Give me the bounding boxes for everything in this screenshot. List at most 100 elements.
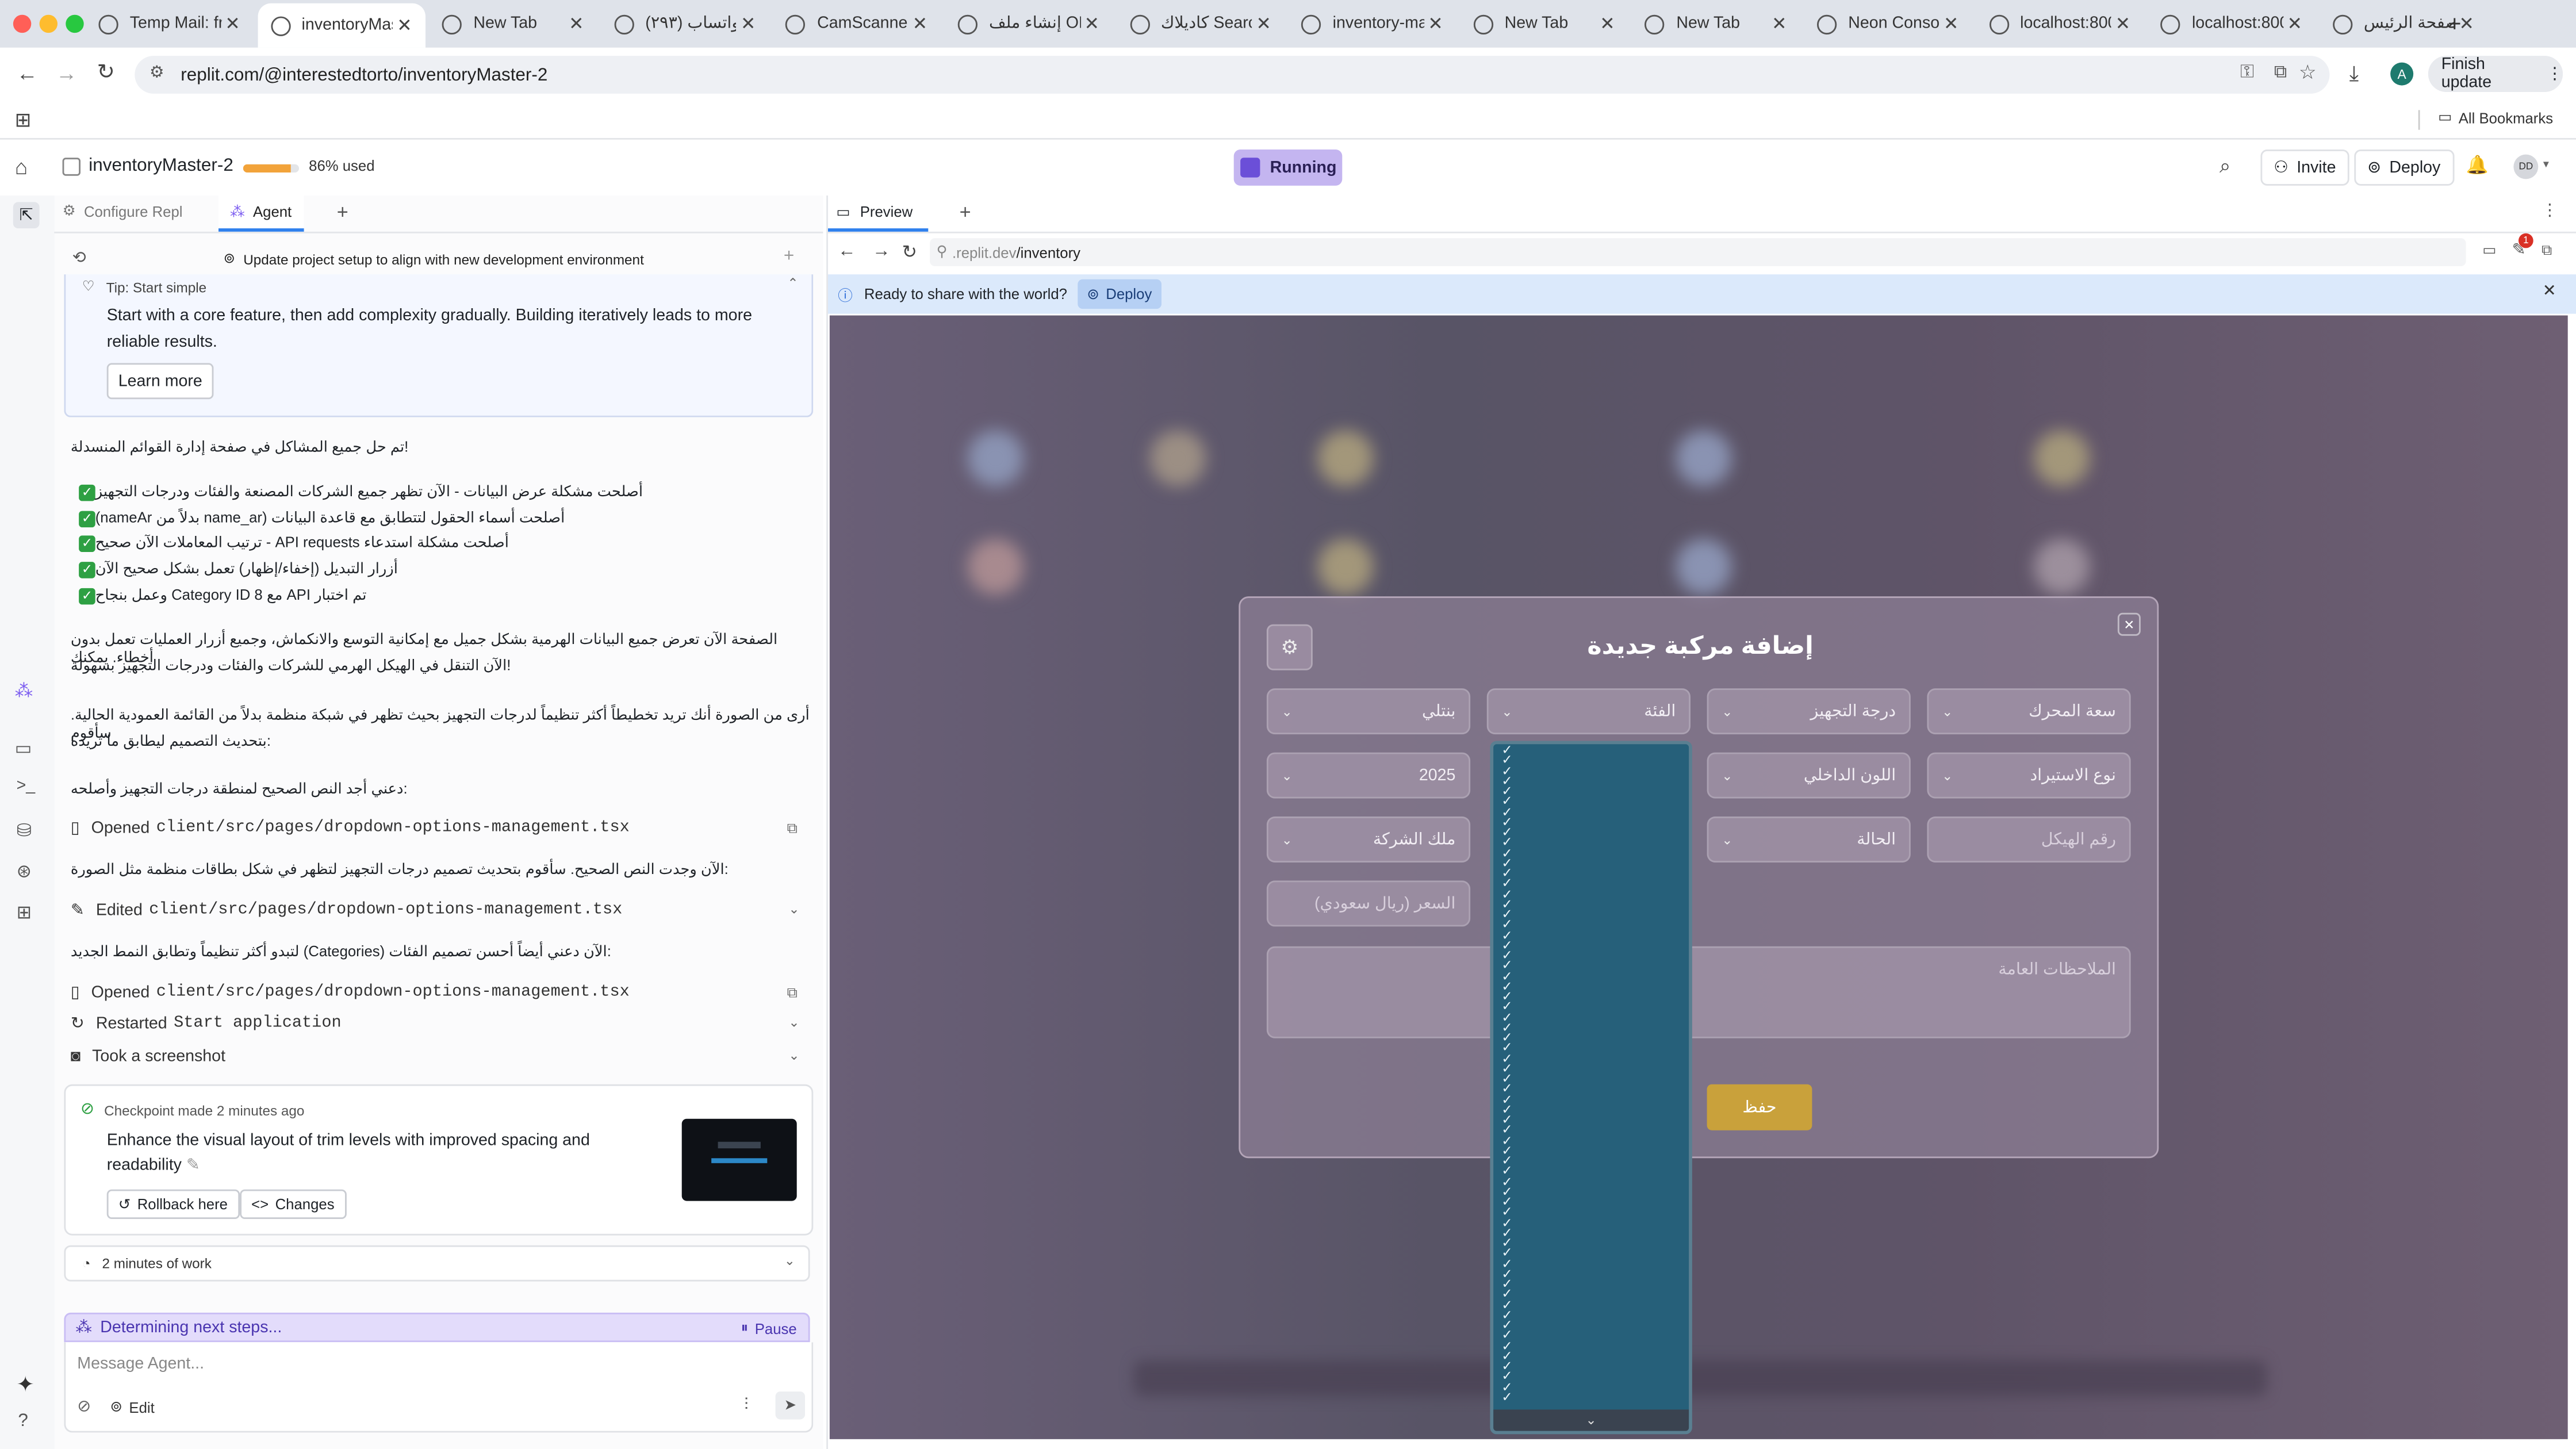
more-vert-icon[interactable]: ⋮ (2542, 202, 2558, 220)
help-icon[interactable]: ? (18, 1411, 28, 1431)
preview-url-bar[interactable]: ⚲ .replit.dev /inventory (930, 238, 2466, 266)
learn-more-button[interactable]: Learn more (106, 363, 214, 400)
browser-tab[interactable]: New Tab ✕ (1632, 6, 1800, 41)
pencil-icon[interactable]: ✎ (186, 1156, 200, 1174)
browser-tab[interactable]: localhost:800 ✕ (2148, 6, 2316, 41)
project-name[interactable]: inventoryMaster-2 (89, 156, 233, 175)
tab-close-icon[interactable]: ✕ (1596, 13, 1619, 34)
webview-rail-icon[interactable]: ▭ (15, 738, 32, 759)
modal-close-button[interactable]: ✕ (2117, 612, 2141, 636)
address-bar[interactable]: ⚙ replit.com/@interestedtorto/inventoryM… (135, 56, 2330, 94)
tip-collapse-icon[interactable]: ⌃ (787, 276, 798, 291)
interior-color-select[interactable]: اللون الداخلي ⌄ (1707, 752, 1911, 799)
preview-back-icon[interactable]: ← (838, 241, 856, 261)
site-settings-icon[interactable]: ⚙ (150, 64, 164, 82)
tab-close-icon[interactable]: ✕ (1080, 13, 1103, 34)
database-rail-icon[interactable]: ⛁ (17, 820, 32, 841)
rollback-button[interactable]: ↺ Rollback here (106, 1189, 239, 1219)
work-time-row[interactable]: ◔ 2 minutes of work ⌄ (64, 1245, 810, 1282)
action-opened-1[interactable]: ▯ Opened client/src/pages/dropdown-optio… (71, 820, 630, 838)
expand-chevron-icon[interactable]: ⌄ (788, 902, 799, 917)
tab-close-icon[interactable]: ✕ (221, 13, 244, 34)
engine-capacity-select[interactable]: سعة المحرك ⌄ (1927, 688, 2131, 735)
general-notes-textarea[interactable]: الملاحظات العامة (1266, 946, 2131, 1038)
banner-deploy-button[interactable]: ⊚ Deploy (1077, 279, 1162, 309)
browser-tab[interactable]: إنشاء ملف ON✕ (945, 6, 1113, 41)
message-input[interactable]: Message Agent... (77, 1355, 204, 1373)
checkpoint-screenshot-thumbnail[interactable] (681, 1118, 797, 1201)
browser-tab[interactable]: inventoryMas ✕ (257, 3, 426, 48)
browser-tab[interactable]: CamScanner ✕ (773, 6, 941, 41)
window-close-button[interactable] (13, 14, 32, 33)
dropdown-option-check-icon[interactable]: ✓ (1501, 1390, 1512, 1404)
expand-chevron-icon[interactable]: ⌄ (788, 1015, 799, 1030)
forward-icon[interactable]: → (56, 61, 77, 86)
banner-close-icon[interactable]: ✕ (2543, 282, 2556, 300)
attach-icon[interactable]: ⊘ (77, 1398, 91, 1416)
apps-grid-icon[interactable]: ⊞ (15, 109, 32, 132)
browser-tab[interactable]: الصفحة الرئيس✕ (2320, 6, 2488, 41)
tab-close-icon[interactable]: ✕ (737, 13, 760, 34)
chassis-number-input[interactable]: رقم الهيكل (1927, 816, 2131, 862)
home-icon[interactable]: ⌂ (15, 155, 28, 179)
password-key-icon[interactable]: ⚿ (2240, 63, 2254, 84)
tab-close-icon[interactable]: ✕ (2283, 13, 2306, 34)
status-select[interactable]: الحالة ⌄ (1707, 816, 1911, 862)
agent-rail-icon[interactable]: ⁂ (15, 680, 33, 702)
select-tool-icon[interactable]: ⇱ (13, 202, 40, 229)
preview-reload-icon[interactable]: ↻ (902, 241, 917, 263)
all-tools-rail-icon[interactable]: ⊞ (17, 902, 32, 923)
preview-forward-icon[interactable]: → (872, 241, 890, 261)
browser-tab[interactable]: inventory-ma ✕ (1289, 6, 1457, 41)
action-restarted[interactable]: ↻ Restarted Start application (71, 1015, 342, 1033)
expand-chevron-icon[interactable]: ⌄ (788, 1048, 799, 1063)
open-file-icon[interactable]: ⧉ (787, 820, 798, 838)
import-type-select[interactable]: نوع الاستيراد ⌄ (1927, 752, 2131, 799)
action-screenshot[interactable]: ◙ Took a screenshot (71, 1048, 225, 1066)
action-opened-2[interactable]: ▯ Opened client/src/pages/dropdown-optio… (71, 984, 630, 1002)
tab-preview[interactable]: ▭ Preview (828, 195, 927, 232)
year-select[interactable]: 2025 ⌄ (1266, 752, 1471, 799)
browser-tab[interactable]: localhost:800 ✕ (1976, 6, 2144, 41)
add-tab-button[interactable]: + (337, 201, 348, 224)
tab-close-icon[interactable]: ✕ (1768, 13, 1791, 34)
price-input[interactable]: السعر (ريال سعودي) (1266, 880, 1471, 927)
tab-close-icon[interactable]: ✕ (908, 13, 931, 34)
pause-button[interactable]: ⏸ Pause (741, 1319, 796, 1337)
shell-rail-icon[interactable]: >_ (17, 777, 36, 795)
notifications-bell-icon[interactable]: 🔔 (2466, 155, 2489, 175)
history-icon[interactable]: ⟲ (72, 250, 86, 267)
browser-tab[interactable]: Neon Consol ✕ (1804, 6, 1972, 41)
action-edited[interactable]: ✎ Edited client/src/pages/dropdown-optio… (71, 902, 622, 920)
devices-icon[interactable]: ▭ (2482, 241, 2496, 259)
browser-tab[interactable]: New Tab ✕ (429, 6, 597, 41)
add-preview-tab-button[interactable]: + (960, 201, 971, 224)
ownership-select[interactable]: ملك الشركة ⌄ (1266, 816, 1471, 862)
all-bookmarks-button[interactable]: ▭ All Bookmarks (2438, 109, 2553, 126)
open-new-window-icon[interactable]: ⧉ (2542, 241, 2552, 259)
settings-sliders-icon[interactable]: ⫶ (744, 1397, 748, 1414)
run-stop-button[interactable]: Running (1233, 150, 1343, 186)
reload-icon[interactable]: ↻ (97, 59, 115, 86)
send-button[interactable]: ➤ (775, 1392, 805, 1420)
tab-close-icon[interactable]: ✕ (1939, 13, 1962, 34)
window-zoom-button[interactable] (66, 14, 84, 33)
trim-level-select[interactable]: درجة التجهيز ⌄ (1707, 688, 1911, 735)
install-app-icon[interactable]: ⧉ (2274, 63, 2287, 84)
category-dropdown-list[interactable]: ✓ ✓ ✓ ✓ ✓ ✓ ✓ ✓ ✓ ✓ ✓ ✓ ✓ ✓ ✓ ✓ ✓ ✓ ✓ ✓ ✓ ✓ ✓ ✓ ✓ ✓ ✓ ✓ ✓ ✓ ✓ ✓ ✓ ✓ ✓ ✓ ✓ ✓ ✓ ✓… (1490, 741, 1692, 1435)
avatar-chevron-icon[interactable]: ▾ (2543, 158, 2549, 171)
dropdown-scroll-down-icon[interactable]: ⌄ (1493, 1409, 1689, 1431)
new-task-button[interactable]: + (784, 247, 794, 266)
tab-close-icon[interactable]: ✕ (1424, 13, 1447, 34)
finish-update-button[interactable]: Finish update ⋮ (2428, 56, 2563, 92)
brand-select[interactable]: بنتلي ⌄ (1266, 688, 1471, 735)
category-select[interactable]: الفئة ⌄ (1486, 688, 1690, 735)
search-icon[interactable]: ⌕ (2220, 155, 2230, 179)
edit-mode-button[interactable]: ⊚ Edit (110, 1398, 154, 1416)
invite-button[interactable]: ⚇ Invite (2260, 150, 2349, 186)
browser-tab[interactable]: (٢٩٣) واتساب ✕ (601, 6, 769, 41)
tab-agent[interactable]: ⁂ Agent (218, 195, 304, 232)
save-button[interactable]: حفظ (1707, 1084, 1812, 1130)
changes-button[interactable]: <> Changes (240, 1189, 346, 1219)
deployments-rail-icon[interactable]: ⊛ (17, 861, 32, 882)
